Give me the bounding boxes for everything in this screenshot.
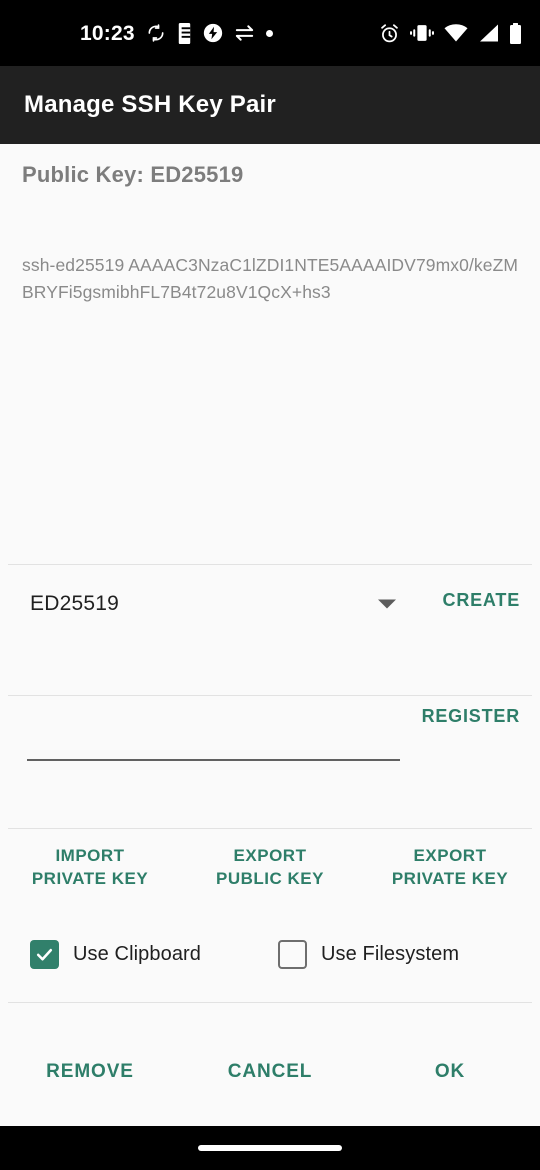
battery-icon [509,22,522,44]
main-content: Public Key: ED25519 ssh-ed25519 AAAAC3Nz… [0,144,540,1170]
export-public-key-line2: PUBLIC KEY [216,869,324,888]
import-private-key-button[interactable]: IMPORT PRIVATE KEY [5,830,175,890]
public-key-value: ssh-ed25519 AAAAC3NzaC1lZDI1NTE5AAAAIDV7… [22,255,519,302]
sync-disabled-icon [146,23,166,43]
register-button[interactable]: REGISTER [422,706,520,727]
vibrate-icon [410,24,434,42]
create-button[interactable]: CREATE [443,590,520,611]
export-private-key-line1: EXPORT [413,846,487,865]
export-private-key-button[interactable]: EXPORT PRIVATE KEY [365,830,535,890]
cancel-button[interactable]: CANCEL [180,1061,360,1083]
checkbox-checked-icon [30,940,59,969]
transfer-buttons-row: IMPORT PRIVATE KEY EXPORT PUBLIC KEY EXP… [0,830,540,910]
wifi-icon [444,24,468,42]
register-row: REGISTER [0,695,540,805]
export-public-key-button[interactable]: EXPORT PUBLIC KEY [185,830,355,890]
system-navigation-bar [0,1126,540,1170]
gesture-home-pill[interactable] [198,1145,342,1151]
use-clipboard-label: Use Clipboard [73,943,202,965]
divider-above-transfer [8,828,532,829]
storage-options-row: Use Clipboard Use Filesystem [0,926,540,998]
status-bar-right [379,22,522,44]
phone-screen: 10:23 Manage SSH Key Pair Public Key: ED… [0,0,540,1170]
checkbox-unchecked-icon [278,940,307,969]
status-bar: 10:23 [0,0,540,66]
status-bar-clock: 10:23 [80,21,135,45]
public-key-label: Public Key: ED25519 [22,162,244,187]
dot-indicator-icon [265,29,273,37]
cellular-signal-icon [478,24,499,42]
alarm-clock-icon [379,23,400,44]
export-private-key-line2: PRIVATE KEY [391,869,509,888]
page-title: Manage SSH Key Pair [24,91,276,118]
vibrate-phone-icon [177,22,192,44]
use-filesystem-checkbox[interactable]: Use Filesystem [278,940,459,969]
register-input[interactable] [27,717,400,761]
key-type-dropdown[interactable]: ED25519 [30,580,410,628]
use-filesystem-label: Use Filesystem [321,943,460,965]
import-private-key-line2: PRIVATE KEY [31,869,149,888]
app-bar: Manage SSH Key Pair [0,66,540,144]
dialog-actions-row: REMOVE CANCEL OK [0,1032,540,1112]
import-private-key-line1: IMPORT [55,846,125,865]
key-type-selected-value: ED25519 [30,592,119,615]
status-bar-left: 10:23 [80,21,273,45]
remove-button[interactable]: REMOVE [0,1061,180,1083]
chevron-down-icon [378,599,396,609]
export-public-key-line1: EXPORT [233,846,307,865]
data-transfer-icon [234,24,255,42]
ok-button[interactable]: OK [360,1061,540,1083]
flash-charging-icon [203,23,223,43]
key-type-row: ED25519 CREATE [0,564,540,644]
divider-above-actions [8,1002,532,1003]
use-clipboard-checkbox[interactable]: Use Clipboard [30,940,201,969]
